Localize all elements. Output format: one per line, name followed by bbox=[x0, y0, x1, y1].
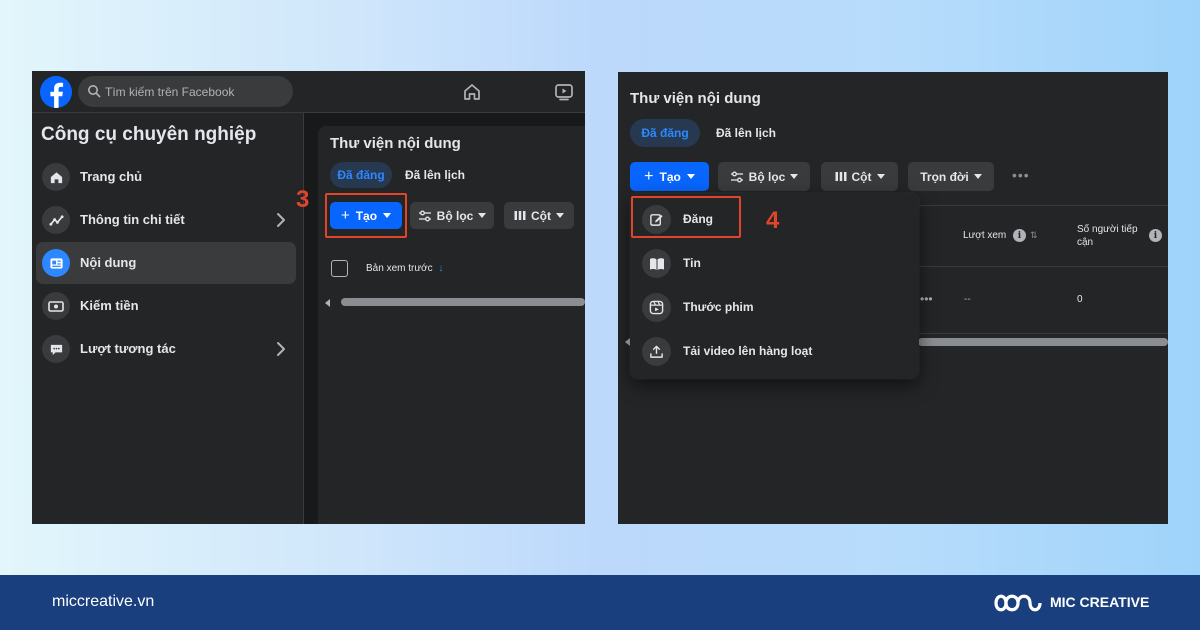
caret-down-icon bbox=[686, 174, 695, 179]
step-number-4: 4 bbox=[766, 207, 780, 234]
sidebar-item-label: Thông tin chi tiết bbox=[80, 212, 185, 227]
columns-icon bbox=[835, 171, 847, 182]
search-input[interactable] bbox=[105, 76, 287, 107]
menu-item-bulk-upload[interactable]: Tải video lên hàng loạt bbox=[636, 331, 913, 371]
right-screenshot: Thư viện nội dung Đã đăng Đã lên lịch + … bbox=[618, 72, 1168, 524]
horizontal-scrollbar[interactable] bbox=[341, 298, 585, 306]
brand-name: MIC CREATIVE bbox=[1050, 594, 1150, 610]
sidebar-item-monetization[interactable]: Kiếm tiền bbox=[36, 285, 296, 327]
filter-sliders-icon bbox=[730, 171, 744, 183]
menu-item-label: Tải video lên hàng loạt bbox=[683, 344, 813, 358]
facebook-top-bar bbox=[32, 71, 585, 113]
facebook-logo-icon[interactable] bbox=[40, 76, 72, 108]
sidebar-item-label: Trang chủ bbox=[80, 169, 143, 184]
sidebar-item-label: Lượt tương tác bbox=[80, 341, 176, 356]
mic-creative-logo-icon bbox=[992, 588, 1044, 618]
upload-icon bbox=[642, 337, 671, 366]
video-watch-icon[interactable] bbox=[554, 82, 574, 102]
horizontal-scrollbar[interactable] bbox=[918, 338, 1168, 346]
more-options-icon[interactable]: ••• bbox=[1012, 167, 1030, 183]
columns-icon bbox=[514, 210, 526, 221]
filter-sliders-icon bbox=[418, 210, 432, 222]
facebook-search-box[interactable] bbox=[78, 76, 293, 107]
reach-column-header[interactable]: Số người tiếp cận bbox=[1077, 223, 1143, 249]
chevron-right-icon bbox=[276, 212, 286, 228]
columns-button[interactable]: Cột bbox=[504, 202, 574, 229]
highlight-create-button bbox=[325, 193, 407, 238]
website-url[interactable]: miccreative.vn bbox=[52, 593, 154, 611]
tab-scheduled[interactable]: Đã lên lịch bbox=[708, 119, 784, 147]
sidebar-item-content[interactable]: Nội dung bbox=[36, 242, 296, 284]
caret-down-icon bbox=[973, 174, 982, 179]
plus-icon: + bbox=[644, 167, 654, 185]
content-library-card: Thư viện nội dung Đã đăng Đã lên lịch + … bbox=[318, 126, 585, 524]
trend-chart-icon bbox=[42, 206, 70, 234]
caret-down-icon bbox=[876, 174, 885, 179]
caret-down-icon bbox=[478, 213, 487, 218]
menu-item-label: Thước phim bbox=[683, 300, 754, 314]
sort-arrows-icon[interactable]: ⇅ bbox=[1030, 230, 1038, 241]
home-nav-icon[interactable] bbox=[462, 82, 482, 102]
views-column-header[interactable]: Lượt xem bbox=[963, 230, 1006, 241]
tab-published[interactable]: Đã đăng bbox=[330, 162, 392, 188]
lifetime-range-button[interactable]: Trọn đời bbox=[908, 162, 994, 191]
caret-down-icon bbox=[790, 174, 799, 179]
sort-down-arrow-icon: ↓ bbox=[438, 263, 444, 274]
chevron-right-icon bbox=[276, 341, 286, 357]
content-icon bbox=[42, 249, 70, 277]
highlight-post-menu-item bbox=[631, 196, 741, 238]
left-screenshot: Công cụ chuyên nghiệp Trang chủ Thông ti… bbox=[32, 71, 585, 524]
info-icon[interactable]: i bbox=[1149, 229, 1162, 242]
content-library-card: Thư viện nội dung Đã đăng Đã lên lịch + … bbox=[618, 72, 1168, 524]
sidebar-item-insights[interactable]: Thông tin chi tiết bbox=[36, 199, 296, 241]
sidebar-title: Công cụ chuyên nghiệp bbox=[41, 124, 257, 145]
caret-down-icon bbox=[556, 213, 564, 218]
search-icon bbox=[87, 84, 101, 98]
columns-button[interactable]: Cột bbox=[821, 162, 898, 191]
page-title: Thư viện nội dung bbox=[630, 90, 761, 107]
row-divider bbox=[918, 333, 1168, 334]
scroll-left-arrow-icon[interactable] bbox=[325, 299, 330, 307]
home-icon bbox=[42, 163, 70, 191]
create-button[interactable]: + Tạo bbox=[630, 162, 709, 191]
professional-tools-sidebar: Công cụ chuyên nghiệp Trang chủ Thông ti… bbox=[32, 113, 304, 524]
preview-column-header[interactable]: Bản xem trước ↓ bbox=[366, 263, 443, 274]
preview-header-label: Bản xem trước bbox=[366, 263, 433, 274]
book-story-icon bbox=[642, 249, 671, 278]
select-all-checkbox[interactable] bbox=[331, 260, 348, 277]
row-actions-icon[interactable]: ••• bbox=[920, 292, 933, 306]
filter-button-label: Bộ lọc bbox=[436, 208, 474, 223]
views-cell: -- bbox=[964, 294, 971, 305]
menu-item-reel[interactable]: Thước phim bbox=[636, 287, 913, 327]
menu-item-story[interactable]: Tin bbox=[636, 243, 913, 283]
money-icon bbox=[42, 292, 70, 320]
sidebar-item-engagement[interactable]: Lượt tương tác bbox=[36, 328, 296, 370]
lifetime-button-label: Trọn đời bbox=[920, 169, 969, 184]
info-icon[interactable]: i bbox=[1013, 229, 1026, 242]
footer-bar: miccreative.vn MIC CREATIVE bbox=[0, 575, 1200, 630]
sidebar-item-label: Kiếm tiền bbox=[80, 298, 139, 313]
page-title: Thư viện nội dung bbox=[330, 135, 461, 152]
row-divider bbox=[918, 266, 1168, 267]
filter-button-label: Bộ lọc bbox=[748, 169, 786, 184]
menu-item-label: Tin bbox=[683, 256, 701, 270]
tab-published[interactable]: Đã đăng bbox=[630, 119, 700, 147]
filter-button[interactable]: Bộ lọc bbox=[718, 162, 810, 191]
columns-button-label: Cột bbox=[851, 169, 872, 184]
reel-icon bbox=[642, 293, 671, 322]
step-number-3: 3 bbox=[296, 186, 310, 213]
tab-scheduled[interactable]: Đã lên lịch bbox=[402, 162, 468, 188]
create-button-label: Tạo bbox=[659, 169, 681, 184]
columns-button-label: Cột bbox=[531, 208, 551, 223]
chat-bubble-icon bbox=[42, 335, 70, 363]
reach-cell: 0 bbox=[1077, 294, 1083, 305]
filter-button[interactable]: Bộ lọc bbox=[410, 202, 494, 229]
sidebar-item-home[interactable]: Trang chủ bbox=[36, 156, 296, 198]
sidebar-item-label: Nội dung bbox=[80, 255, 137, 270]
